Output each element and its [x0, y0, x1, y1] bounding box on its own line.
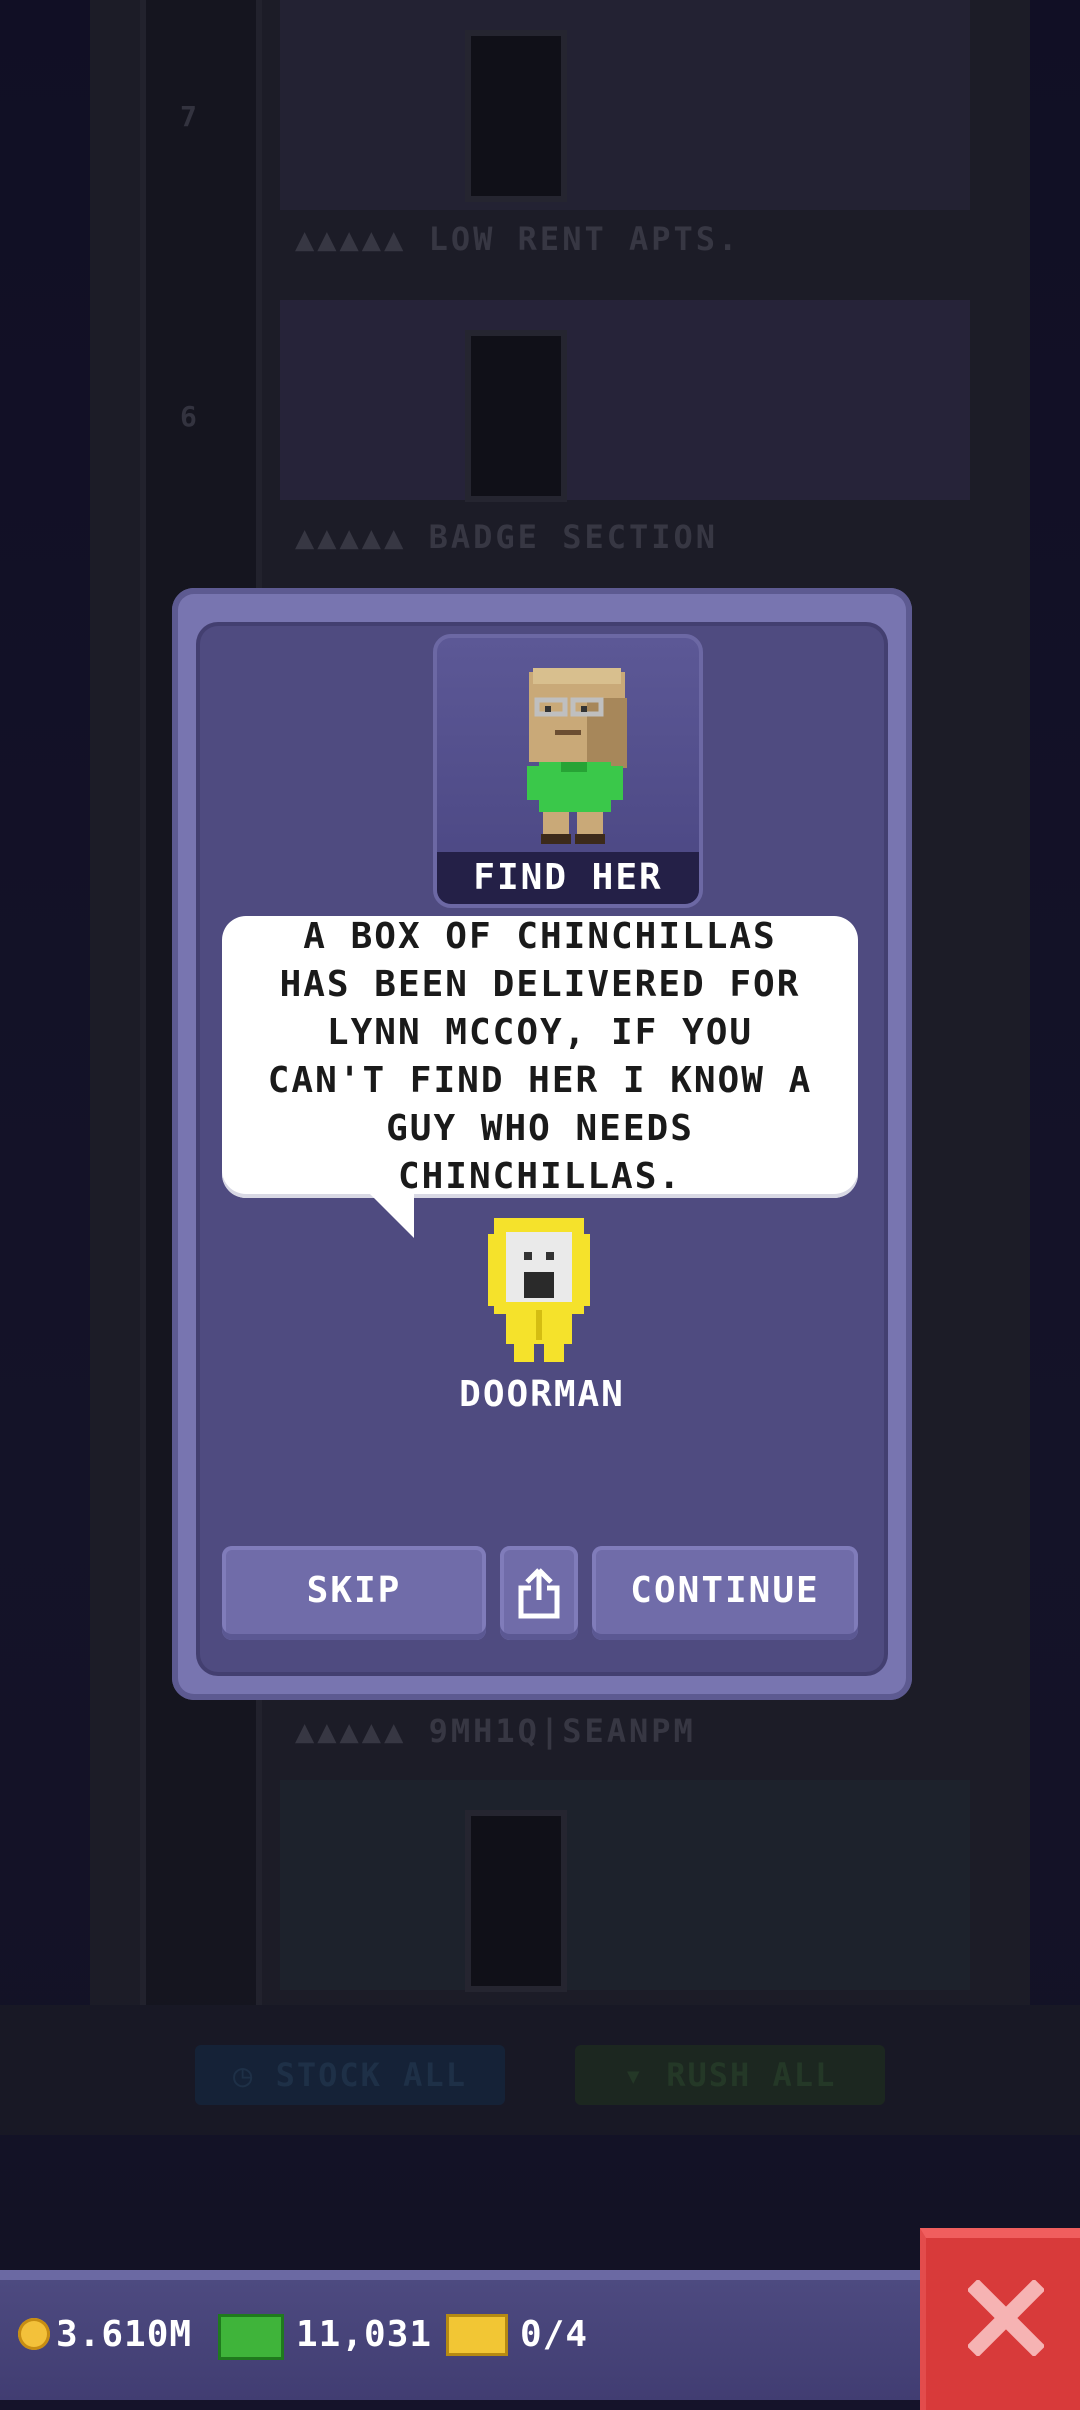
- speech-text: A BOX OF CHINCHILLAS HAS BEEN DELIVERED …: [267, 916, 813, 1197]
- speaker-name: DOORMAN: [459, 1374, 625, 1415]
- coin-balance: 3.610M: [56, 2314, 193, 2355]
- bitizen-portrait: FIND HER: [433, 634, 703, 908]
- mission-dialog-panel: FIND HER A BOX OF CHINCHILLAS HAS BEEN D…: [200, 626, 884, 1672]
- speech-bubble: A BOX OF CHINCHILLAS HAS BEEN DELIVERED …: [222, 916, 858, 1198]
- currency-bar: 3.610M 11,031 0/4: [0, 2270, 920, 2400]
- bitizen-avatar-icon: [527, 668, 627, 844]
- ticket-count: 0/4: [520, 2314, 589, 2355]
- ticket-icon: [446, 2314, 508, 2356]
- mission-dialog: FIND HER A BOX OF CHINCHILLAS HAS BEEN D…: [172, 588, 912, 1700]
- cash-icon: [218, 2314, 284, 2360]
- bux-balance: 11,031: [296, 2314, 433, 2355]
- share-icon: [518, 1568, 560, 1619]
- coin-icon: [18, 2318, 50, 2350]
- speech-bubble-tail: [370, 1194, 414, 1238]
- share-button[interactable]: [500, 1546, 578, 1640]
- mission-title: FIND HER: [437, 852, 699, 904]
- close-button[interactable]: [920, 2228, 1080, 2410]
- close-icon: [968, 2280, 1044, 2356]
- continue-button[interactable]: CONTINUE: [592, 1546, 858, 1640]
- skip-button[interactable]: SKIP: [222, 1546, 486, 1640]
- doorman-avatar-icon: [488, 1218, 590, 1362]
